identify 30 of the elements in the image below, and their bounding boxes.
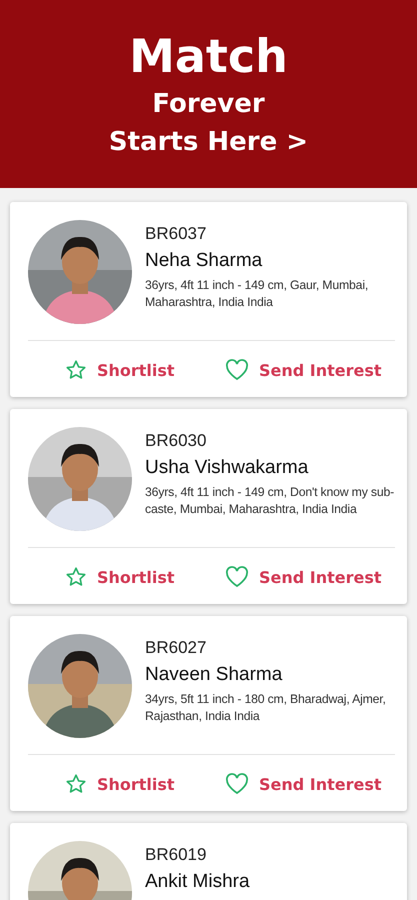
send-interest-button[interactable]: Send Interest — [212, 355, 395, 385]
heart-icon — [224, 566, 249, 588]
banner-title: Match — [129, 30, 288, 82]
profile-card[interactable]: BR6019 Ankit Mishra — [10, 823, 407, 900]
profile-details: 36yrs, 4ft 11 inch - 149 cm, Don't know my sub-caste, Mumbai, Maharashtra, India India — [145, 484, 395, 518]
shortlist-button[interactable]: Shortlist — [28, 769, 212, 799]
profile-name: Naveen Sharma — [145, 664, 284, 686]
send-interest-button[interactable]: Send Interest — [212, 562, 395, 592]
star-icon — [64, 773, 87, 795]
profile-id: BR6037 — [145, 224, 208, 244]
profile-id: BR6027 — [145, 638, 208, 658]
profile-name: Ankit Mishra — [145, 871, 250, 893]
shortlist-button[interactable]: Shortlist — [28, 562, 212, 592]
banner-subtitle: Forever — [152, 89, 265, 120]
profile-card[interactable]: BR6037 Neha Sharma 36yrs, 4ft 11 inch - 149 cm, Gaur, Mumbai, Maharashtra, India India Shortlist Send Interest — [10, 202, 407, 397]
star-icon — [64, 359, 87, 381]
heart-icon — [224, 773, 249, 795]
star-icon — [64, 566, 87, 588]
heart-icon — [224, 359, 249, 381]
shortlist-button[interactable]: Shortlist — [28, 355, 212, 385]
profile-details: 34yrs, 5ft 11 inch - 180 cm, Bharadwaj, Ajmer, Rajasthan, India India — [145, 691, 387, 724]
profile-name: Neha Sharma — [145, 250, 264, 272]
starts-here-link[interactable]: Starts Here > — [108, 127, 308, 158]
profile-details: 36yrs, 4ft 11 inch - 149 cm, Gaur, Mumbai, Maharashtra, India India — [145, 277, 370, 310]
send-interest-button[interactable]: Send Interest — [212, 769, 395, 799]
profile-card[interactable]: BR6030 Usha Vishwakarma 36yrs, 4ft 11 inch - 149 cm, Don't know my sub-caste, Mumbai, Maharashtra, India India Shortlist Send Interest — [10, 409, 407, 604]
profile-id: BR6019 — [145, 845, 208, 865]
profile-id: BR6030 — [145, 431, 208, 451]
profile-card[interactable]: BR6027 Naveen Sharma 34yrs, 5ft 11 inch - 180 cm, Bharadwaj, Ajmer, Rajasthan, India India Shortlist Send Interest — [10, 616, 407, 811]
profile-name: Usha Vishwakarma — [145, 457, 310, 479]
